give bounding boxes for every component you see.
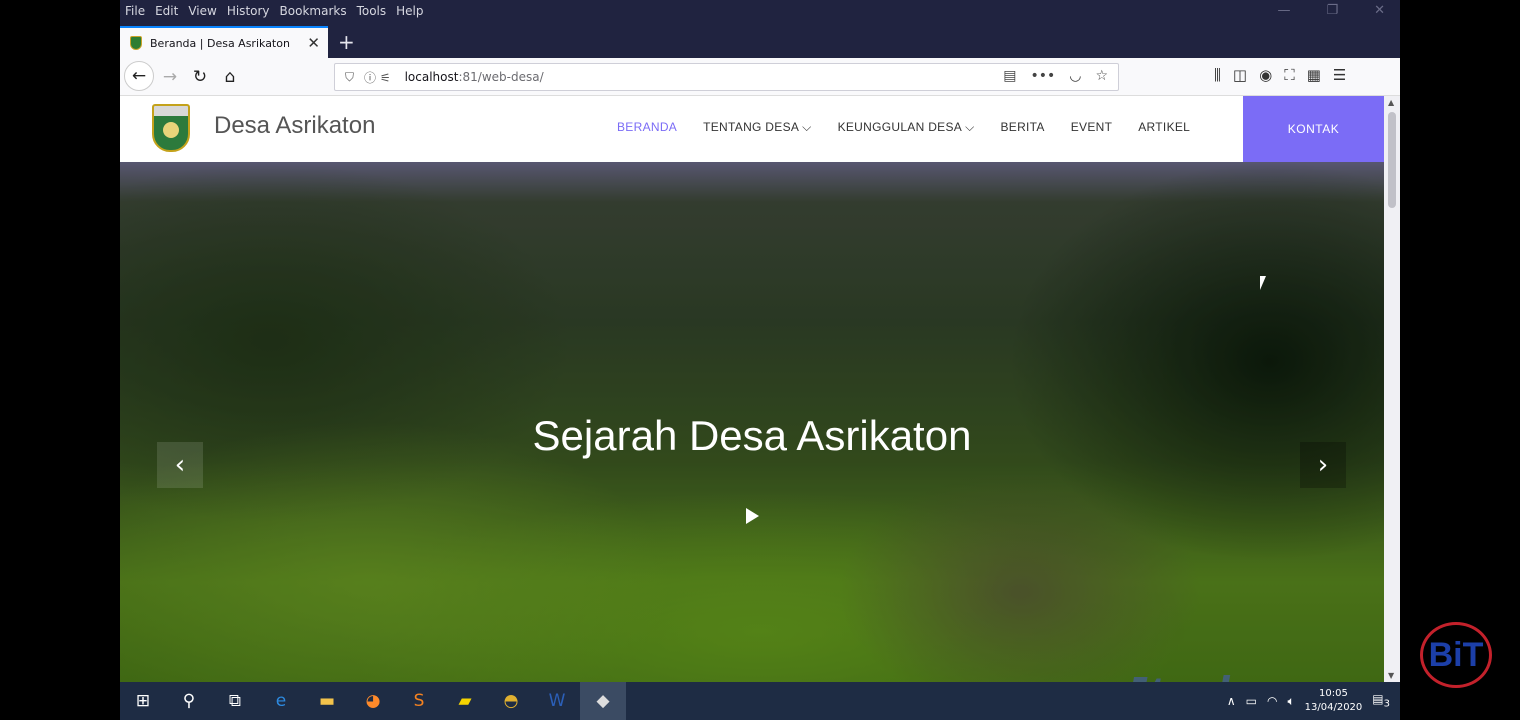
menu-tools[interactable]: Tools <box>352 4 392 18</box>
wifi-icon[interactable]: ◠ <box>1267 694 1277 708</box>
system-tray: ∧ ▭ ◠ 🔈︎ 10:05 13/04/2020 ▤3 <box>1227 682 1390 720</box>
back-button[interactable]: ← <box>124 61 154 91</box>
sidebar-icon[interactable]: ◫ <box>1233 66 1247 84</box>
pocket-icon[interactable]: ◡ <box>1069 68 1081 84</box>
scroll-up-icon[interactable]: ▲ <box>1388 98 1394 107</box>
notification-count: 3 <box>1383 698 1390 710</box>
url-path: :81/web-desa/ <box>458 70 544 84</box>
nav-event[interactable]: EVENT <box>1071 120 1113 135</box>
kontak-button[interactable]: KONTAK <box>1243 96 1384 162</box>
toolbar-right: ⫼ ◫ ◉ ⛶ ▦ ☰ <box>1214 66 1346 84</box>
home-button[interactable]: ⌂ <box>216 64 244 90</box>
nav-artikel[interactable]: ARTIKEL <box>1138 120 1190 135</box>
clock-date: 13/04/2020 <box>1304 702 1363 713</box>
search-icon[interactable]: ⚲ <box>166 682 212 720</box>
library-icon[interactable]: ⫼ <box>1214 66 1221 84</box>
slider-next-button[interactable]: › <box>1300 442 1346 488</box>
menu-edit[interactable]: Edit <box>150 4 183 18</box>
nav-tentang-desa[interactable]: TENTANG DESA ⌵ <box>703 120 811 135</box>
clock[interactable]: 10:05 13/04/2020 <box>1305 687 1363 715</box>
forward-button[interactable]: → <box>156 64 184 90</box>
paint-icon[interactable]: ◓ <box>488 682 534 720</box>
tab-title: Beranda | Desa Asrikaton <box>150 36 290 50</box>
screen: File Edit View History Bookmarks Tools H… <box>120 0 1400 720</box>
windows-taskbar: ⊞ ⚲ ⧉ e ▬ ◕ S ▰ ◓ W ◆ ∧ ▭ ◠ 🔈︎ 10:05 13/… <box>120 682 1400 720</box>
show-hidden-icons-icon[interactable]: ∧ <box>1227 694 1236 708</box>
volume-icon[interactable]: 🔈︎ <box>1287 694 1294 709</box>
url-bar[interactable]: ⛉ ⓘ ⚟ localhost:81/web-desa/ ▤ ••• ◡ ☆ <box>334 63 1119 91</box>
nav-keunggulan-desa[interactable]: KEUNGGULAN DESA ⌵ <box>838 120 975 135</box>
reader-view-icon[interactable]: ▤ <box>1003 68 1016 84</box>
nav-berita[interactable]: BERITA <box>1000 120 1044 135</box>
slider-prev-button[interactable]: ‹ <box>157 442 203 488</box>
jtech-watermark: Jtech <box>1120 667 1245 682</box>
sublime-icon[interactable]: S <box>396 682 442 720</box>
menu-file[interactable]: File <box>120 4 150 18</box>
scroll-down-icon[interactable]: ▼ <box>1388 671 1394 680</box>
extensions-icon[interactable]: ▦ <box>1307 66 1321 84</box>
menu-view[interactable]: View <box>183 4 221 18</box>
window-controls: — ❐ ✕ <box>1272 3 1390 18</box>
url-text: localhost:81/web-desa/ <box>405 70 544 84</box>
mouse-cursor-icon <box>1260 276 1272 290</box>
url-host: localhost <box>404 70 459 84</box>
minimize-icon[interactable]: — <box>1272 3 1295 18</box>
website: Desa Asrikaton BERANDA TENTANG DESA ⌵ KE… <box>120 96 1384 682</box>
active-app-icon[interactable]: ◆ <box>580 682 626 720</box>
site-favicon-icon <box>130 36 142 50</box>
firefox-menubar: File Edit View History Bookmarks Tools H… <box>120 0 1400 22</box>
hamburger-menu-icon[interactable]: ☰ <box>1333 66 1346 84</box>
hero-slider: Sejarah Desa Asrikaton ‹ › Jtech <box>120 162 1384 682</box>
site-info-icon[interactable]: ⓘ ⚟ <box>364 69 391 86</box>
menu-history[interactable]: History <box>222 4 275 18</box>
file-explorer-icon[interactable]: ▬ <box>304 682 350 720</box>
reload-button[interactable]: ↻ <box>186 64 214 90</box>
hero-title: Sejarah Desa Asrikaton <box>532 412 972 459</box>
site-nav: BERANDA TENTANG DESA ⌵ KEUNGGULAN DESA ⌵… <box>617 120 1216 135</box>
word-icon[interactable]: W <box>534 682 580 720</box>
nav-beranda[interactable]: BERANDA <box>617 120 677 135</box>
scroll-thumb[interactable] <box>1388 112 1396 208</box>
page-actions-icon[interactable]: ••• <box>1030 68 1055 84</box>
account-icon[interactable]: ◉ <box>1259 66 1272 84</box>
village-logo-icon[interactable] <box>152 104 190 152</box>
translate-icon[interactable]: ⛶ <box>1284 66 1295 84</box>
task-view-icon[interactable]: ⧉ <box>212 682 258 720</box>
tab-beranda[interactable]: Beranda | Desa Asrikaton ✕ <box>120 26 328 58</box>
close-window-icon[interactable]: ✕ <box>1369 3 1390 18</box>
url-actions: ▤ ••• ◡ ☆ <box>1003 68 1108 84</box>
clock-time: 10:05 <box>1319 688 1348 699</box>
navigation-toolbar: ← → ↻ ⌂ ⛉ ⓘ ⚟ localhost:81/web-desa/ ▤ •… <box>120 58 1400 96</box>
sticky-notes-icon[interactable]: ▰ <box>442 682 488 720</box>
bookmark-star-icon[interactable]: ☆ <box>1095 68 1108 84</box>
play-video-icon[interactable] <box>746 508 759 524</box>
new-tab-icon[interactable]: + <box>338 30 355 54</box>
edge-icon[interactable]: e <box>258 682 304 720</box>
close-tab-icon[interactable]: ✕ <box>307 34 320 52</box>
site-brand[interactable]: Desa Asrikaton <box>214 112 375 140</box>
tab-bar: Beranda | Desa Asrikaton ✕ + <box>120 22 1400 58</box>
battery-icon[interactable]: ▭ <box>1246 694 1257 708</box>
site-header: Desa Asrikaton BERANDA TENTANG DESA ⌵ KE… <box>120 96 1384 162</box>
firefox-icon[interactable]: ◕ <box>350 682 396 720</box>
menu-bookmarks[interactable]: Bookmarks <box>275 4 352 18</box>
start-button[interactable]: ⊞ <box>120 682 166 720</box>
tracking-shield-icon[interactable]: ⛉ <box>345 70 354 85</box>
bit-channel-logo: BiT <box>1420 622 1492 688</box>
action-center-icon[interactable]: ▤3 <box>1372 692 1390 709</box>
page-scrollbar[interactable]: ▲ ▼ <box>1384 96 1400 682</box>
restore-icon[interactable]: ❐ <box>1321 3 1343 18</box>
menu-help[interactable]: Help <box>391 4 428 18</box>
